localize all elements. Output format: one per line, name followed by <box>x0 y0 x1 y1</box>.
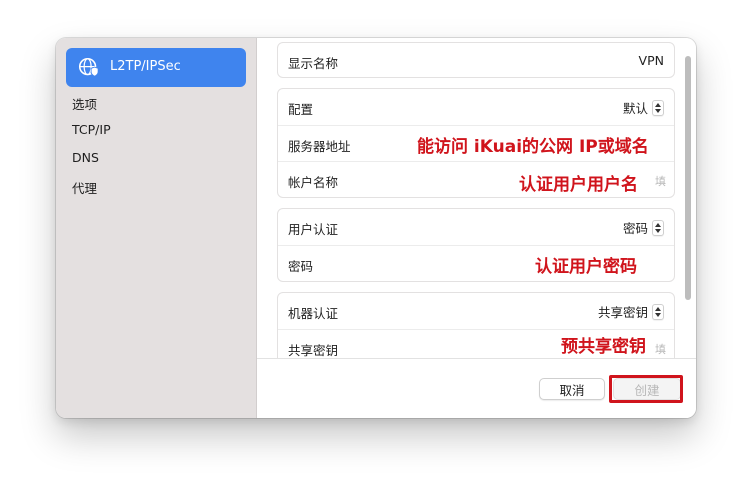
config-row: 配置 默认 <box>278 89 674 125</box>
create-button-highlight <box>609 375 683 403</box>
machine-auth-popup[interactable]: 共享密钥 <box>598 302 664 321</box>
scrollbar[interactable] <box>683 42 691 358</box>
dialog-footer: 取消 创建 <box>257 358 696 418</box>
annotation-shared-secret: 预共享密钥 <box>561 337 646 357</box>
chevron-updown-icon <box>652 303 664 320</box>
sidebar-item-label: L2TP/IPSec <box>110 59 181 74</box>
sidebar-item-l2tp-ipsec[interactable]: L2TP/IPSec <box>66 48 246 87</box>
user-auth-value: 密码 <box>622 221 648 236</box>
chevron-updown-icon <box>652 99 664 116</box>
globe-shield-icon <box>78 57 99 77</box>
user-auth-row: 用户认证 密码 <box>278 209 674 245</box>
config-popup[interactable]: 默认 <box>623 98 664 117</box>
display-name-group: 显示名称 VPN <box>277 42 675 78</box>
form-content: 显示名称 VPN 配置 默认 服务器地址 帐户名称 填 用户认证 密码 密码 机… <box>257 38 696 372</box>
sidebar-item-options[interactable]: 选项 <box>72 94 97 113</box>
password-label: 密码 <box>288 259 314 274</box>
cancel-button[interactable]: 取消 <box>539 378 605 400</box>
account-name-placeholder: 填 <box>655 175 666 188</box>
machine-auth-value: 共享密钥 <box>597 305 648 320</box>
user-auth-popup[interactable]: 密码 <box>623 218 664 237</box>
scrollbar-thumb[interactable] <box>685 56 691 300</box>
server-address-label: 服务器地址 <box>288 139 351 154</box>
machine-auth-label: 机器认证 <box>288 306 339 321</box>
annotation-server-address: 能访问 iKuai的公网 IP或域名 <box>417 137 649 157</box>
user-auth-label: 用户认证 <box>288 222 339 237</box>
annotation-account-name: 认证用户用户名 <box>519 175 638 195</box>
sidebar-item-proxy[interactable]: 代理 <box>72 178 97 197</box>
shared-secret-placeholder: 填 <box>655 343 666 356</box>
display-name-value[interactable]: VPN <box>639 53 664 68</box>
machine-auth-row: 机器认证 共享密钥 <box>278 293 674 329</box>
config-label: 配置 <box>288 102 314 117</box>
chevron-updown-icon <box>652 219 664 236</box>
account-name-label: 帐户名称 <box>288 175 339 190</box>
vpn-config-window: L2TP/IPSec 选项 TCP/IP DNS 代理 显示名称 VPN 配置 … <box>56 38 696 418</box>
display-name-label: 显示名称 <box>288 56 339 71</box>
display-name-row[interactable]: 显示名称 VPN <box>278 43 674 79</box>
sidebar-item-tcpip[interactable]: TCP/IP <box>72 122 111 137</box>
sidebar: L2TP/IPSec 选项 TCP/IP DNS 代理 <box>56 38 257 418</box>
annotation-password: 认证用户密码 <box>535 257 637 277</box>
shared-secret-label: 共享密钥 <box>288 343 339 358</box>
sidebar-item-dns[interactable]: DNS <box>72 150 99 165</box>
config-value: 默认 <box>622 101 648 116</box>
